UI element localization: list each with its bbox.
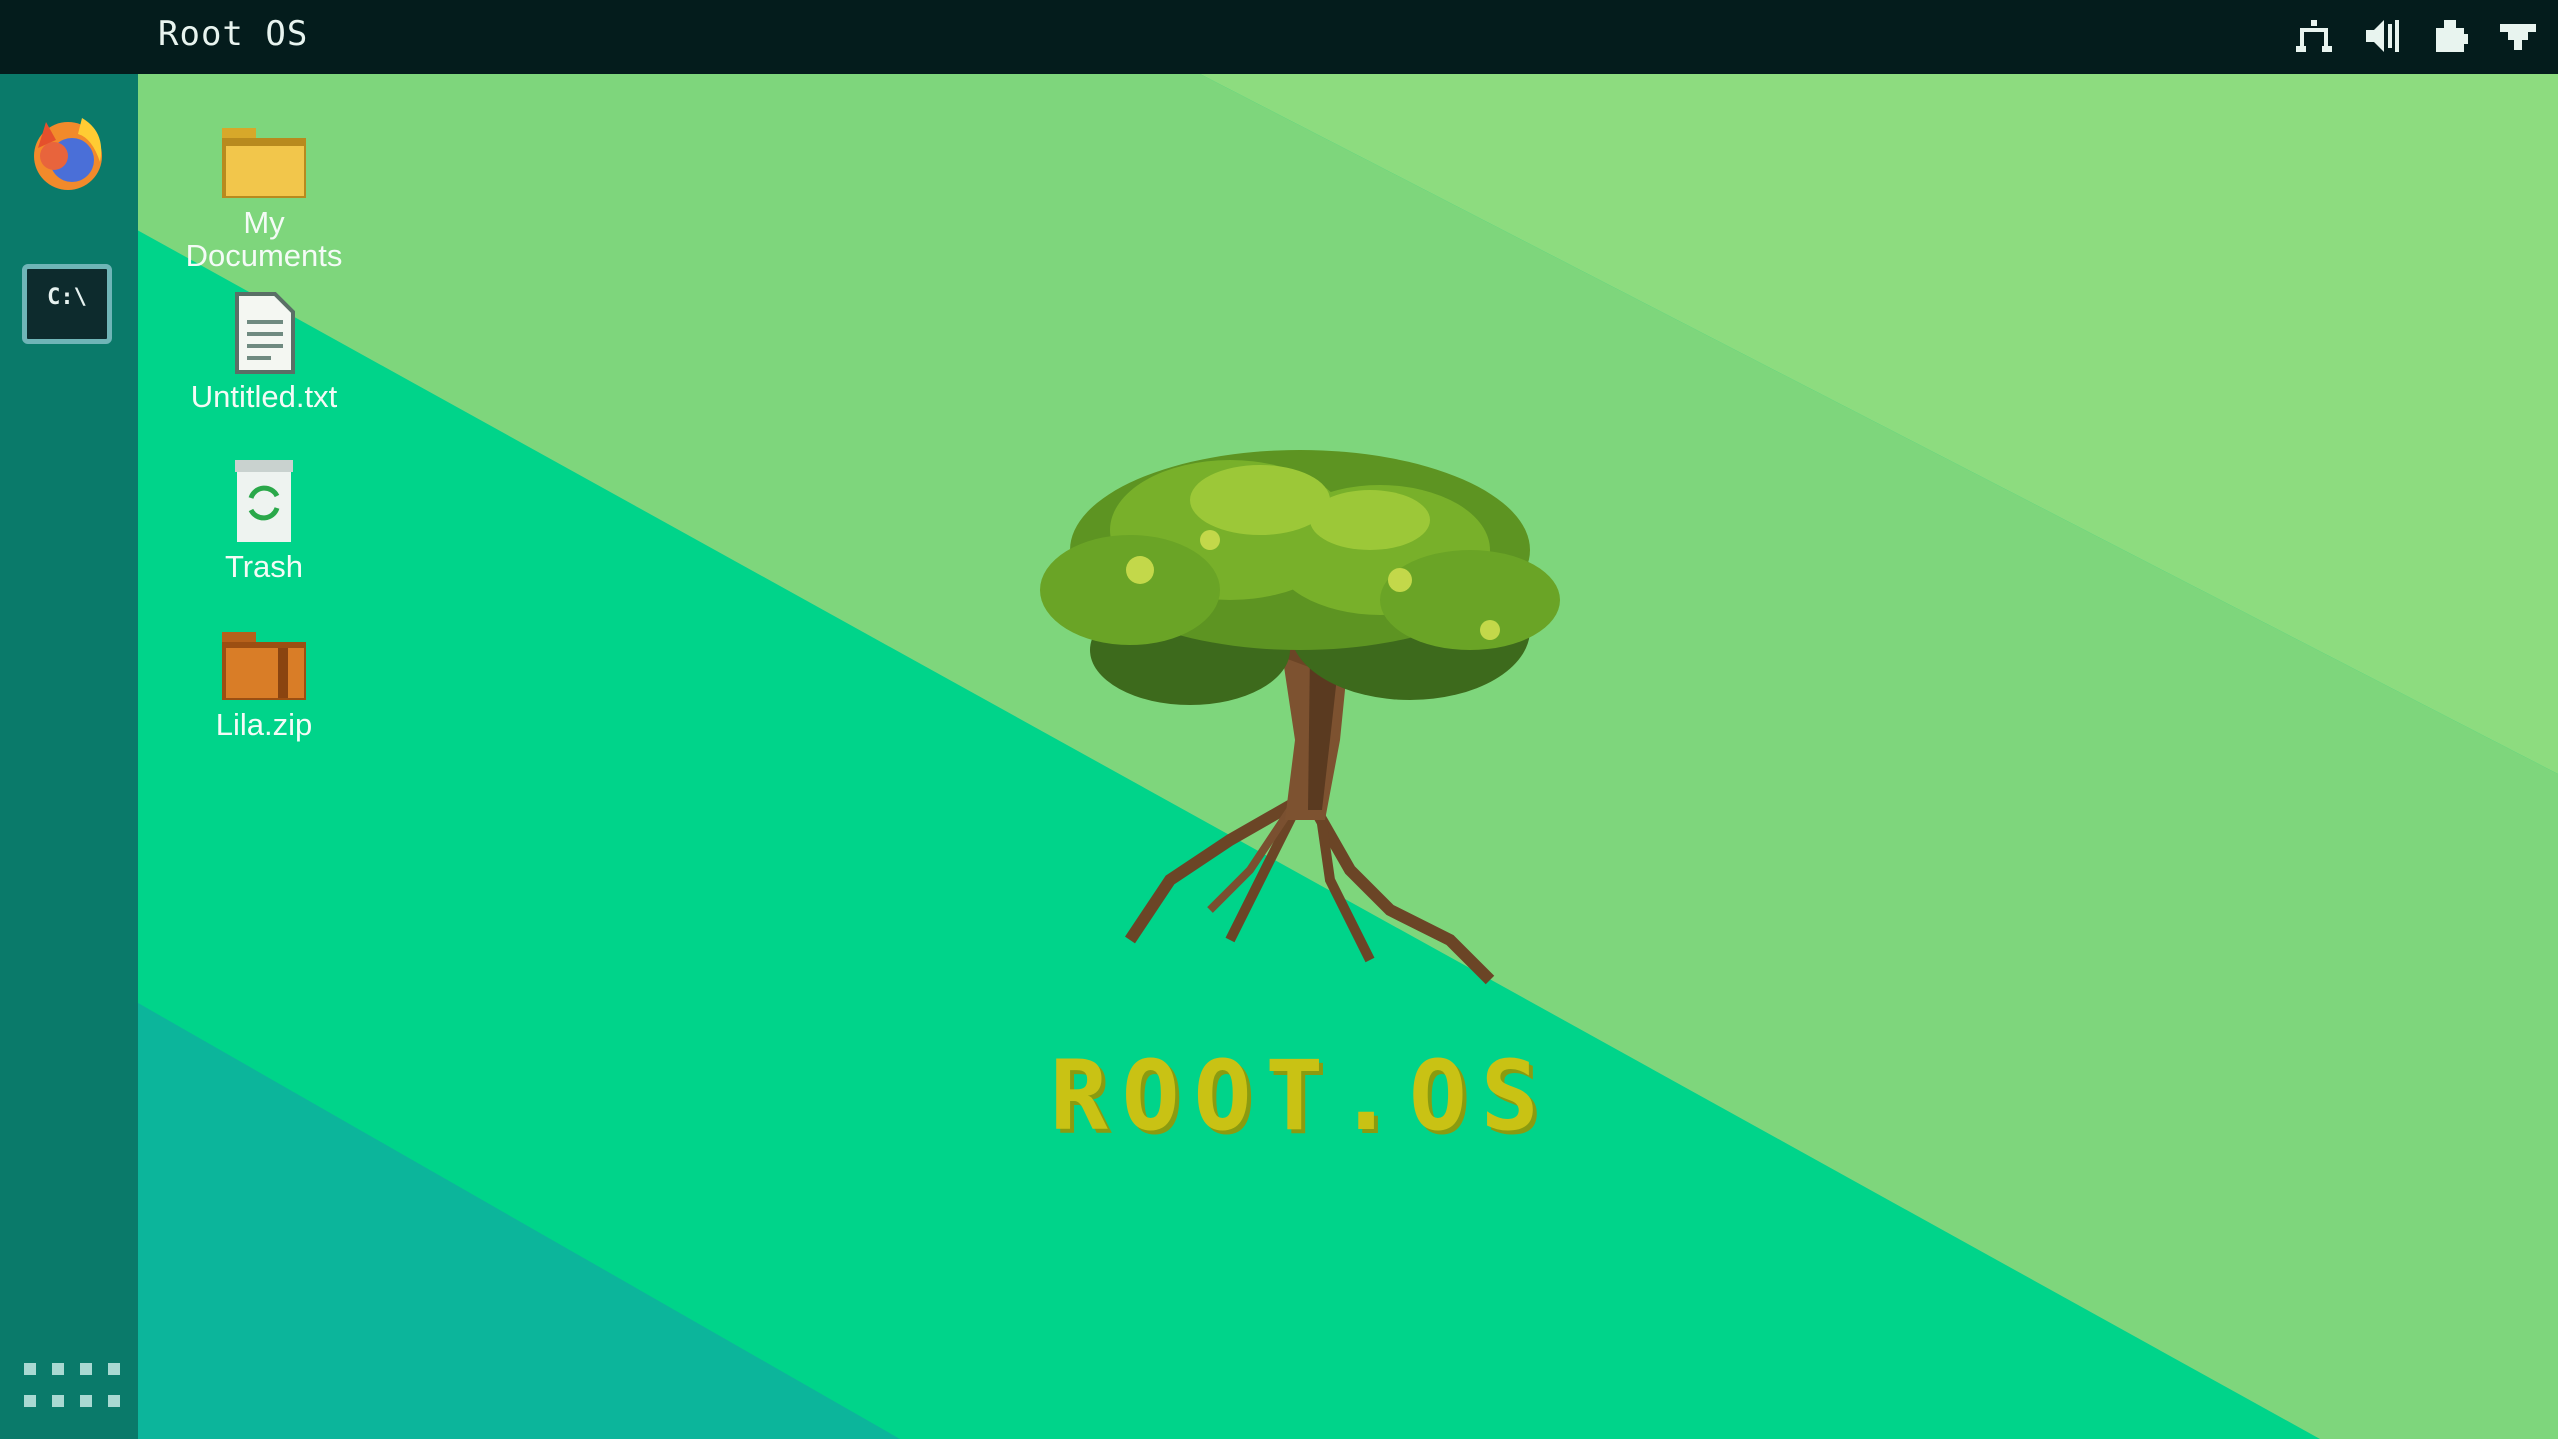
desktop-icon-label: Trash: [224, 549, 304, 584]
top-bar: Root OS: [0, 0, 2558, 74]
extensions-icon[interactable]: [2430, 16, 2470, 56]
desktop-icon-label: Lila.zip: [215, 707, 313, 742]
tree-illustration: [1040, 450, 1560, 985]
dock: C:\: [0, 74, 138, 1439]
text-file-icon: [235, 292, 295, 374]
firefox-icon[interactable]: [22, 108, 114, 200]
desktop-icon-untitled-txt[interactable]: Untitled.txt: [164, 292, 364, 413]
system-tray: [2294, 16, 2538, 56]
os-title: Root OS: [158, 14, 309, 54]
power-icon[interactable]: [2498, 16, 2538, 56]
trash-icon: [235, 460, 293, 542]
terminal-prompt-label: C:\: [47, 285, 87, 310]
volume-icon[interactable]: [2362, 16, 2402, 56]
terminal-icon[interactable]: C:\: [22, 264, 112, 344]
zip-archive-icon: [222, 632, 306, 700]
root-os-logo: ROOT.OS: [1050, 1040, 1553, 1152]
app-grid-icon[interactable]: [24, 1363, 120, 1419]
folder-icon: [222, 128, 306, 198]
desktop-icon-label: My Documents: [185, 205, 343, 273]
desktop-icon-my-documents[interactable]: My Documents: [164, 126, 364, 272]
desktop-icon-trash[interactable]: Trash: [164, 458, 364, 583]
network-icon[interactable]: [2294, 16, 2334, 56]
desktop-icon-lila-zip[interactable]: Lila.zip: [164, 630, 364, 741]
desktop-icon-label: Untitled.txt: [190, 379, 338, 414]
